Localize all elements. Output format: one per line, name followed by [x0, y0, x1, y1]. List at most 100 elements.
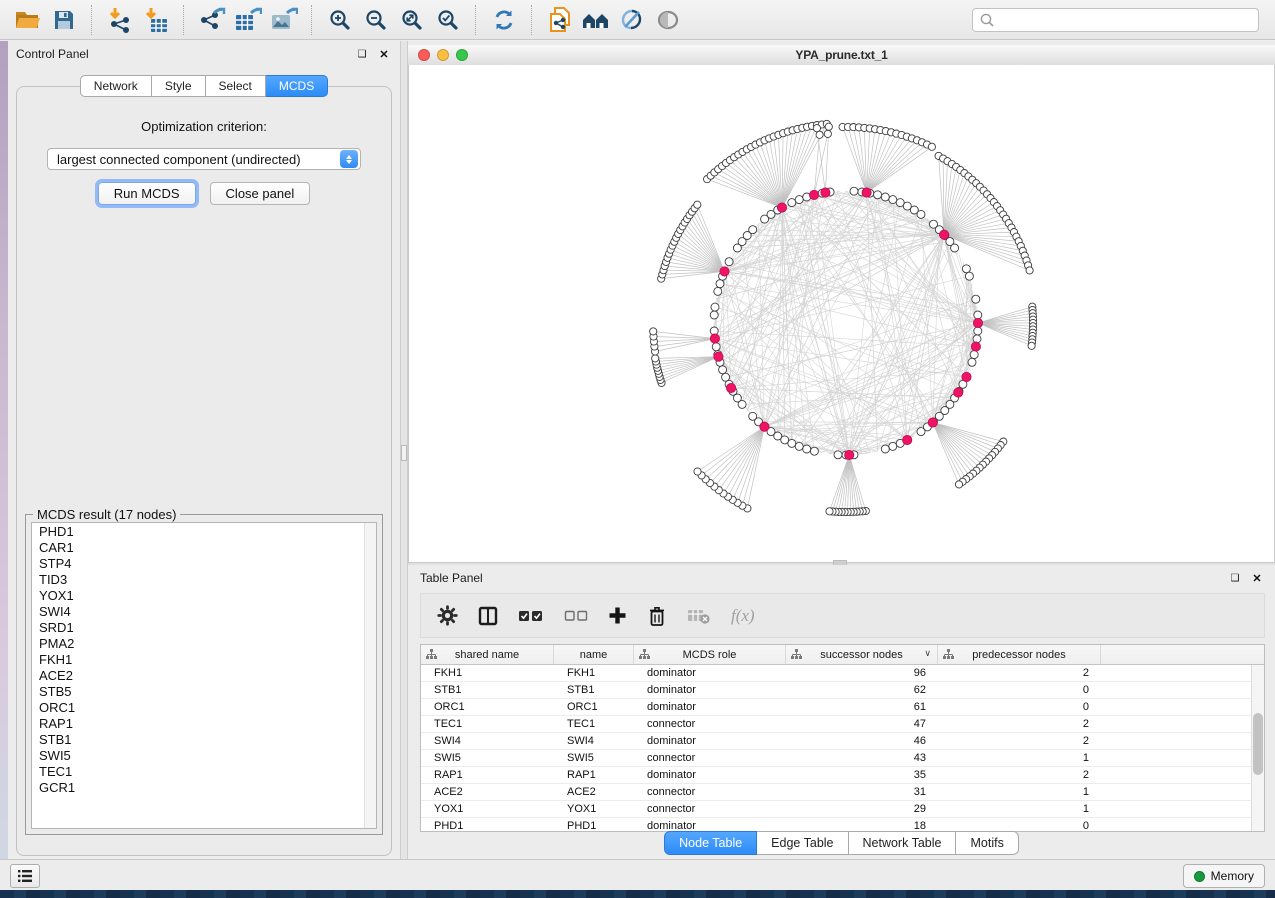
float-panel-icon[interactable]: ❑: [354, 46, 370, 62]
table-row-swi5[interactable]: SWI5SWI5connector431: [421, 750, 1264, 767]
cell-shared-name[interactable]: YOX1: [421, 801, 554, 817]
result-item-stp4[interactable]: STP4: [32, 555, 376, 571]
close-table-panel-icon[interactable]: ✕: [1249, 570, 1265, 586]
cell-mcds-role[interactable]: dominator: [634, 682, 786, 698]
cell-name[interactable]: SWI5: [554, 750, 634, 766]
result-item-car1[interactable]: CAR1: [32, 539, 376, 555]
cell-predecessor-nodes[interactable]: 1: [938, 801, 1101, 817]
close-panel-icon[interactable]: ✕: [376, 46, 392, 62]
search-input[interactable]: [972, 8, 1259, 32]
cell-name[interactable]: STB1: [554, 682, 634, 698]
cell-mcds-role[interactable]: connector: [634, 750, 786, 766]
network-canvas[interactable]: [408, 65, 1275, 563]
duplicate-network-icon[interactable]: [542, 4, 578, 36]
result-item-swi5[interactable]: SWI5: [32, 747, 376, 763]
column-header-name[interactable]: name: [554, 645, 634, 664]
cell-mcds-role[interactable]: connector: [634, 784, 786, 800]
result-item-stb1[interactable]: STB1: [32, 731, 376, 747]
column-header-shared-name[interactable]: shared name: [421, 645, 554, 664]
add-column-icon[interactable]: [608, 606, 627, 625]
cell-successor-nodes[interactable]: 31: [786, 784, 938, 800]
table-row-tec1[interactable]: TEC1TEC1connector472: [421, 716, 1264, 733]
cell-predecessor-nodes[interactable]: 2: [938, 767, 1101, 783]
memory-button[interactable]: Memory: [1183, 864, 1265, 888]
result-item-fkh1[interactable]: FKH1: [32, 651, 376, 667]
column-header-predecessor-nodes[interactable]: predecessor nodes: [938, 645, 1101, 664]
cell-name[interactable]: SWI4: [554, 733, 634, 749]
table-row-stb1[interactable]: STB1STB1dominator620: [421, 682, 1264, 699]
cell-mcds-role[interactable]: connector: [634, 716, 786, 732]
hide-selected-icon[interactable]: [614, 4, 650, 36]
column-header-successor-nodes[interactable]: successor nodes∨: [786, 645, 938, 664]
tab-style[interactable]: Style: [152, 75, 206, 97]
cell-name[interactable]: ORC1: [554, 699, 634, 715]
zoom-selected-icon[interactable]: [430, 4, 466, 36]
cell-successor-nodes[interactable]: 61: [786, 699, 938, 715]
result-item-stb5[interactable]: STB5: [32, 683, 376, 699]
column-header-mcds-role[interactable]: MCDS role: [634, 645, 786, 664]
table-row-phd1[interactable]: PHD1PHD1dominator180: [421, 818, 1264, 832]
mcds-result-list[interactable]: PHD1CAR1STP4TID3YOX1SWI4SRD1PMA2FKH1ACE2…: [31, 522, 377, 829]
node-table[interactable]: shared namenameMCDS rolesuccessor nodes∨…: [420, 644, 1265, 832]
minimize-window-icon[interactable]: [437, 49, 449, 61]
show-hidden-icon[interactable]: [650, 4, 686, 36]
cell-shared-name[interactable]: ORC1: [421, 699, 554, 715]
tab-node-table[interactable]: Node Table: [664, 831, 757, 855]
cell-shared-name[interactable]: SWI5: [421, 750, 554, 766]
refresh-layout-icon[interactable]: [486, 4, 522, 36]
delete-column-icon[interactable]: [647, 605, 667, 627]
cell-mcds-role[interactable]: dominator: [634, 767, 786, 783]
cell-successor-nodes[interactable]: 96: [786, 665, 938, 681]
cell-predecessor-nodes[interactable]: 0: [938, 699, 1101, 715]
cell-shared-name[interactable]: FKH1: [421, 665, 554, 681]
vertical-splitter-handle[interactable]: [401, 445, 407, 461]
tab-motifs[interactable]: Motifs: [956, 831, 1018, 855]
zoom-out-icon[interactable]: [358, 4, 394, 36]
select-all-rows-icon[interactable]: [518, 609, 544, 623]
cell-predecessor-nodes[interactable]: 0: [938, 818, 1101, 832]
close-panel-button[interactable]: Close panel: [210, 182, 311, 205]
split-columns-icon[interactable]: [478, 606, 498, 626]
tab-mcds[interactable]: MCDS: [266, 75, 328, 97]
vertical-splitter[interactable]: [400, 41, 408, 860]
result-list-scrollbar[interactable]: [364, 523, 376, 828]
zoom-in-icon[interactable]: [322, 4, 358, 36]
cell-successor-nodes[interactable]: 43: [786, 750, 938, 766]
table-row-ace2[interactable]: ACE2ACE2connector311: [421, 784, 1264, 801]
result-item-srd1[interactable]: SRD1: [32, 619, 376, 635]
result-item-orc1[interactable]: ORC1: [32, 699, 376, 715]
export-network-icon[interactable]: [194, 4, 230, 36]
cell-name[interactable]: YOX1: [554, 801, 634, 817]
cell-mcds-role[interactable]: dominator: [634, 699, 786, 715]
tab-select[interactable]: Select: [206, 75, 266, 97]
show-all-nodes-icon[interactable]: [578, 4, 614, 36]
cell-name[interactable]: RAP1: [554, 767, 634, 783]
cell-shared-name[interactable]: STB1: [421, 682, 554, 698]
network-window-titlebar[interactable]: YPA_prune.txt_1: [408, 45, 1275, 66]
result-item-tec1[interactable]: TEC1: [32, 763, 376, 779]
result-item-tid3[interactable]: TID3: [32, 571, 376, 587]
cell-successor-nodes[interactable]: 18: [786, 818, 938, 832]
result-item-gcr1[interactable]: GCR1: [32, 779, 376, 795]
cell-predecessor-nodes[interactable]: 1: [938, 750, 1101, 766]
cell-name[interactable]: ACE2: [554, 784, 634, 800]
cell-shared-name[interactable]: TEC1: [421, 716, 554, 732]
cell-successor-nodes[interactable]: 35: [786, 767, 938, 783]
cell-successor-nodes[interactable]: 29: [786, 801, 938, 817]
table-row-fkh1[interactable]: FKH1FKH1dominator962: [421, 665, 1264, 682]
save-icon[interactable]: [46, 4, 82, 36]
cell-mcds-role[interactable]: dominator: [634, 733, 786, 749]
cell-predecessor-nodes[interactable]: 0: [938, 682, 1101, 698]
cell-name[interactable]: FKH1: [554, 665, 634, 681]
cell-shared-name[interactable]: RAP1: [421, 767, 554, 783]
import-network-icon[interactable]: [102, 4, 138, 36]
cell-shared-name[interactable]: PHD1: [421, 818, 554, 832]
cell-predecessor-nodes[interactable]: 2: [938, 716, 1101, 732]
close-window-icon[interactable]: [418, 49, 430, 61]
result-item-pma2[interactable]: PMA2: [32, 635, 376, 651]
cell-successor-nodes[interactable]: 62: [786, 682, 938, 698]
tab-network-table[interactable]: Network Table: [849, 831, 957, 855]
cell-successor-nodes[interactable]: 46: [786, 733, 938, 749]
cell-mcds-role[interactable]: dominator: [634, 665, 786, 681]
cell-successor-nodes[interactable]: 47: [786, 716, 938, 732]
